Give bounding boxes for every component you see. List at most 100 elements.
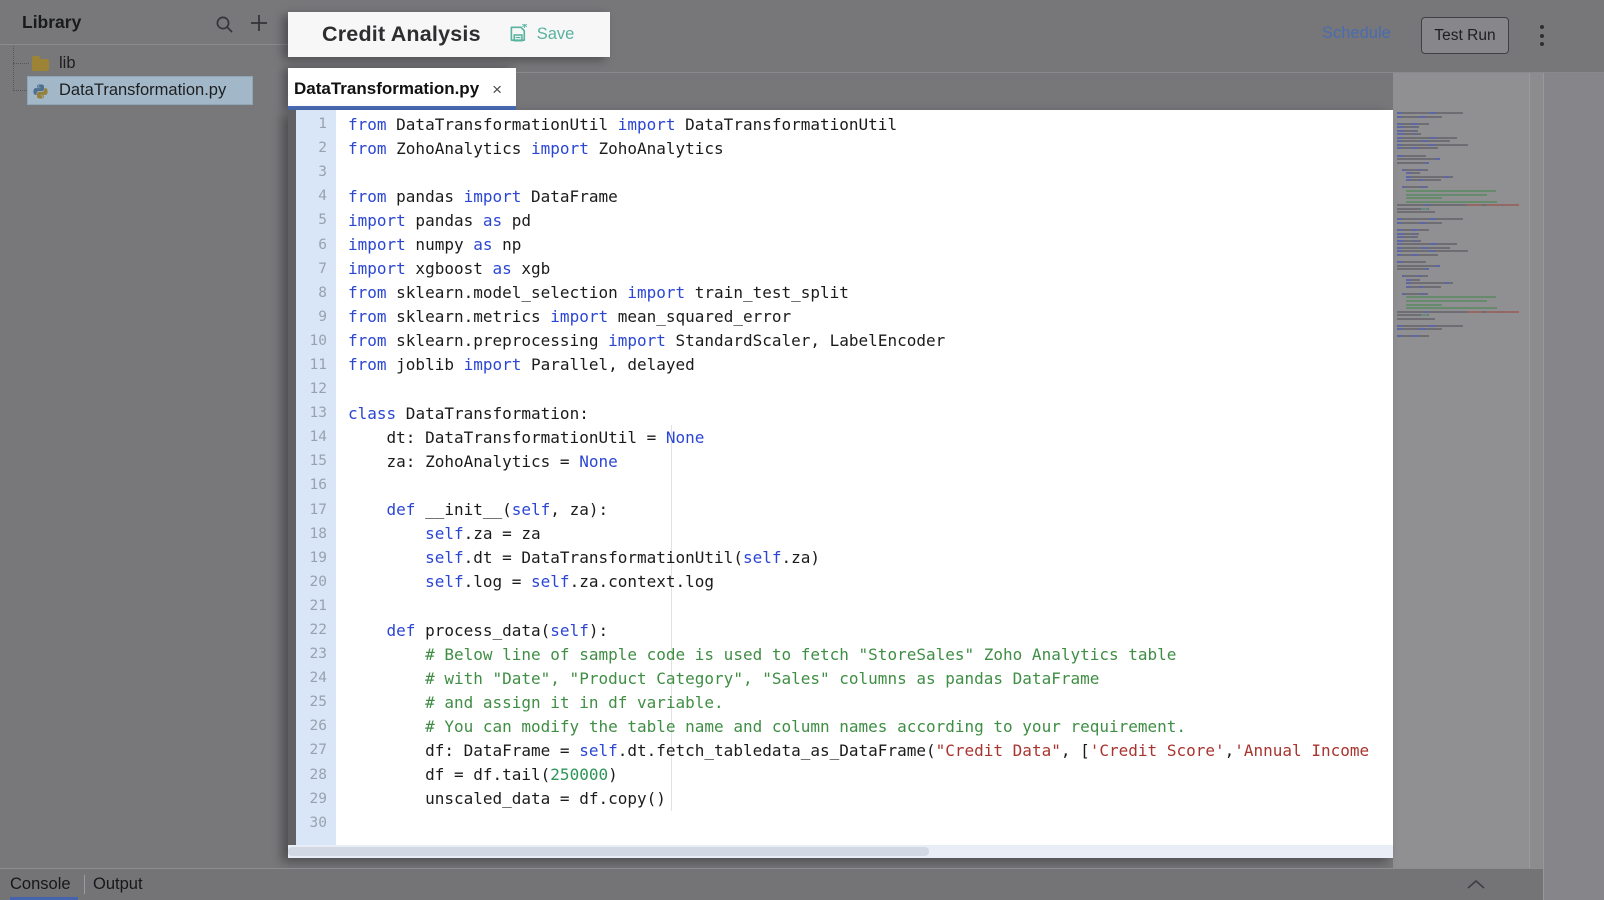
code-line[interactable]: 26 # You can modify the table name and c… bbox=[296, 714, 1393, 738]
code-line[interactable]: 5import pandas as pd bbox=[296, 208, 1393, 232]
code-token: from bbox=[348, 187, 387, 206]
code-line[interactable]: 22 def process_data(self): bbox=[296, 618, 1393, 642]
right-panel-strip bbox=[1543, 73, 1604, 900]
code-line[interactable]: 1from DataTransformationUtil import Data… bbox=[296, 112, 1393, 136]
code-line[interactable]: 30 bbox=[296, 811, 1393, 835]
code-line[interactable]: 27 df: DataFrame = self.dt.fetch_tableda… bbox=[296, 738, 1393, 762]
editor-horizontal-scrollbar[interactable] bbox=[288, 845, 1393, 858]
line-number: 7 bbox=[296, 261, 336, 277]
code-token: .log = bbox=[464, 572, 531, 591]
plus-icon[interactable] bbox=[248, 12, 270, 34]
code-line[interactable]: 9from sklearn.metrics import mean_square… bbox=[296, 305, 1393, 329]
code-token: sklearn.model_selection bbox=[387, 283, 628, 302]
line-number: 18 bbox=[296, 526, 336, 542]
test-run-button[interactable]: Test Run bbox=[1421, 17, 1509, 54]
code-token: self bbox=[531, 572, 570, 591]
code-line[interactable]: 2from ZohoAnalytics import ZohoAnalytics bbox=[296, 136, 1393, 160]
code-token: np bbox=[493, 235, 522, 254]
code-line[interactable]: 6import numpy as np bbox=[296, 232, 1393, 256]
code-line[interactable]: 10from sklearn.preprocessing import Stan… bbox=[296, 329, 1393, 353]
scrollbar-thumb[interactable] bbox=[288, 847, 929, 856]
code-token: self bbox=[550, 621, 589, 640]
line-number: 1 bbox=[296, 116, 336, 132]
code-line[interactable]: 24 # with "Date", "Product Category", "S… bbox=[296, 666, 1393, 690]
code-line[interactable]: 8from sklearn.model_selection import tra… bbox=[296, 281, 1393, 305]
tab-label: DataTransformation.py bbox=[294, 79, 479, 99]
line-number: 16 bbox=[296, 477, 336, 493]
line-number: 26 bbox=[296, 718, 336, 734]
code-line[interactable]: 14 dt: DataTransformationUtil = None bbox=[296, 425, 1393, 449]
line-number: 8 bbox=[296, 285, 336, 301]
sidebar-item-datatransformation[interactable]: DataTransformation.py bbox=[28, 77, 252, 104]
code-token: , za): bbox=[550, 500, 608, 519]
editor-dimmed-region bbox=[1393, 73, 1543, 868]
code-token: df: DataFrame = bbox=[348, 741, 579, 760]
code-token: xgboost bbox=[406, 259, 493, 278]
minimap[interactable] bbox=[1397, 112, 1527, 352]
sidebar-item-lib[interactable]: lib bbox=[28, 50, 252, 77]
line-number: 23 bbox=[296, 646, 336, 662]
line-number: 6 bbox=[296, 237, 336, 253]
code-token bbox=[348, 621, 387, 640]
code-token: sklearn.preprocessing bbox=[387, 331, 609, 350]
code-line[interactable]: 3 bbox=[296, 160, 1393, 184]
code-line[interactable]: 20 self.log = self.za.context.log bbox=[296, 570, 1393, 594]
active-console-underline bbox=[10, 897, 78, 900]
library-title: Library bbox=[22, 12, 81, 33]
code-token: pandas bbox=[387, 187, 464, 206]
sidebar-item-label: lib bbox=[59, 54, 76, 73]
python-file-icon bbox=[32, 83, 50, 99]
line-number: 19 bbox=[296, 550, 336, 566]
code-token: ) bbox=[608, 765, 618, 784]
tab-output[interactable]: Output bbox=[93, 875, 143, 894]
code-token: df = df.tail( bbox=[348, 765, 550, 784]
close-icon[interactable]: × bbox=[492, 81, 502, 98]
code-line[interactable]: 4from pandas import DataFrame bbox=[296, 184, 1393, 208]
code-line[interactable]: 15 za: ZohoAnalytics = None bbox=[296, 449, 1393, 473]
code-editor[interactable]: 1from DataTransformationUtil import Data… bbox=[288, 110, 1393, 858]
kebab-menu-icon[interactable] bbox=[1536, 25, 1548, 49]
chevron-up-icon[interactable] bbox=[1462, 875, 1490, 895]
code-line[interactable]: 17 def __init__(self, za): bbox=[296, 498, 1393, 522]
code-token: # You can modify the table name and colu… bbox=[425, 717, 1186, 736]
code-line[interactable]: 28 df = df.tail(250000) bbox=[296, 763, 1393, 787]
code-token: import bbox=[348, 259, 406, 278]
code-line[interactable]: 12 bbox=[296, 377, 1393, 401]
code-line[interactable]: 16 bbox=[296, 473, 1393, 497]
code-token: .dt.fetch_tabledata_as_DataFrame( bbox=[618, 741, 936, 760]
code-token: numpy bbox=[406, 235, 473, 254]
code-token: DataFrame bbox=[521, 187, 617, 206]
code-line[interactable]: 19 self.dt = DataTransformationUtil(self… bbox=[296, 546, 1393, 570]
code-token bbox=[348, 500, 387, 519]
code-token: import bbox=[627, 283, 685, 302]
code-line[interactable]: 21 bbox=[296, 594, 1393, 618]
code-line[interactable]: 18 self.za = za bbox=[296, 522, 1393, 546]
code-token: .za) bbox=[781, 548, 820, 567]
console-tab-divider bbox=[84, 875, 85, 894]
code-token: StandardScaler, LabelEncoder bbox=[666, 331, 945, 350]
line-number: 25 bbox=[296, 694, 336, 710]
sidebar-item-label: DataTransformation.py bbox=[59, 81, 226, 100]
editor-vertical-scrollbar[interactable] bbox=[1529, 73, 1543, 868]
code-token: joblib bbox=[387, 355, 464, 374]
code-token bbox=[348, 548, 425, 567]
save-label: Save bbox=[537, 25, 575, 44]
code-line[interactable]: 7import xgboost as xgb bbox=[296, 257, 1393, 281]
code-token: as bbox=[483, 211, 502, 230]
line-number: 14 bbox=[296, 429, 336, 445]
line-number: 21 bbox=[296, 598, 336, 614]
code-line[interactable]: 11from joblib import Parallel, delayed bbox=[296, 353, 1393, 377]
tab-console[interactable]: Console bbox=[10, 875, 71, 894]
search-icon[interactable] bbox=[215, 15, 234, 34]
library-header: Library bbox=[0, 0, 288, 45]
code-token: pandas bbox=[406, 211, 483, 230]
tab-datatransformation[interactable]: DataTransformation.py × bbox=[288, 68, 516, 110]
code-line[interactable]: 13class DataTransformation: bbox=[296, 401, 1393, 425]
code-line[interactable]: 25 # and assign it in df variable. bbox=[296, 690, 1393, 714]
code-line[interactable]: 29 unscaled_data = df.copy() bbox=[296, 787, 1393, 811]
code-token: xgb bbox=[512, 259, 551, 278]
save-button[interactable]: * Save bbox=[509, 24, 575, 45]
line-number: 17 bbox=[296, 502, 336, 518]
schedule-link[interactable]: Schedule bbox=[1322, 24, 1391, 43]
code-line[interactable]: 23 # Below line of sample code is used t… bbox=[296, 642, 1393, 666]
